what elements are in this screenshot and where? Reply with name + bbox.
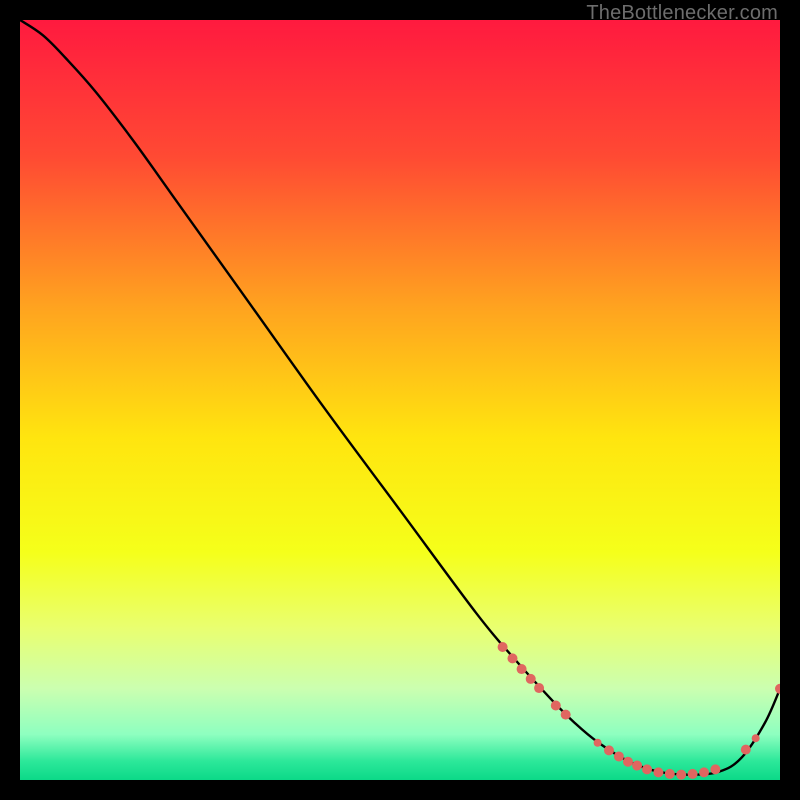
data-marker xyxy=(665,769,675,779)
data-marker xyxy=(561,710,571,720)
chart-frame: TheBottlenecker.com xyxy=(0,0,800,800)
data-marker xyxy=(676,770,686,780)
data-marker xyxy=(632,761,642,771)
data-marker xyxy=(517,664,527,674)
data-marker xyxy=(623,757,633,767)
data-marker xyxy=(534,683,544,693)
data-marker xyxy=(710,764,720,774)
data-marker xyxy=(642,764,652,774)
data-marker xyxy=(507,653,517,663)
data-marker xyxy=(594,739,602,747)
data-marker xyxy=(699,767,709,777)
data-marker xyxy=(498,642,508,652)
data-marker xyxy=(604,745,614,755)
data-marker xyxy=(653,767,663,777)
bottleneck-chart xyxy=(20,20,780,780)
data-marker xyxy=(614,751,624,761)
plot-background xyxy=(20,20,780,780)
data-marker xyxy=(551,701,561,711)
data-marker xyxy=(526,674,536,684)
data-marker xyxy=(752,734,760,742)
data-marker xyxy=(741,745,751,755)
data-marker xyxy=(688,769,698,779)
